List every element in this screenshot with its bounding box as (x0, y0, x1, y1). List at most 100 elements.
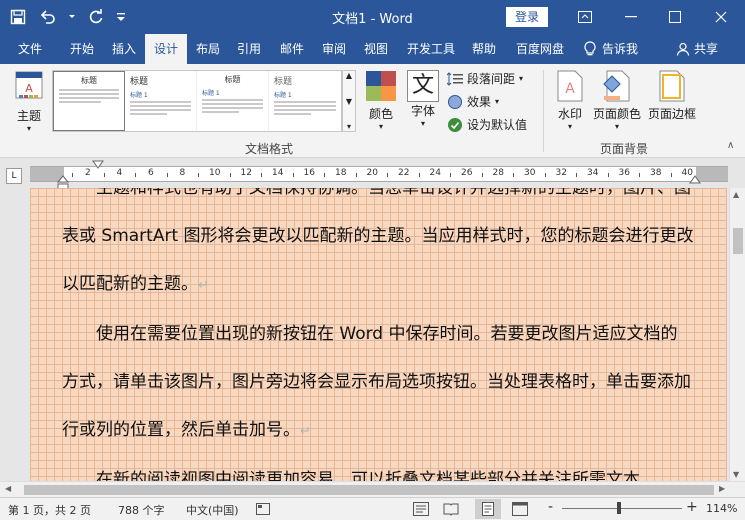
colors-icon (366, 71, 396, 101)
paragraph-mark: ↵ (198, 278, 209, 293)
effects-button[interactable]: 效果 ▾ (447, 93, 499, 110)
document-body[interactable]: 主题和样式也有助于文档保持协调。当您单击设计并选择新的主题时，图片、图表或 Sm… (62, 188, 694, 481)
ruler-number: 8 (179, 168, 186, 178)
print-layout-view[interactable] (475, 499, 501, 519)
save-icon[interactable] (8, 7, 28, 27)
read-mode-icon[interactable] (443, 502, 459, 516)
tab-mailings[interactable]: 邮件 (272, 34, 312, 64)
macro-record-icon[interactable] (256, 503, 270, 515)
document-area: 主题和样式也有助于文档保持协调。当您单击设计并选择新的主题时，图片、图表或 Sm… (0, 188, 729, 481)
undo-dropdown-icon[interactable] (68, 7, 76, 27)
ruler-number: 28 (492, 168, 504, 178)
ribbon-display-options-icon[interactable] (562, 0, 608, 34)
ruler-tick (355, 173, 357, 177)
checkmark-icon (448, 117, 462, 132)
page-color-button[interactable]: 页面颜色 ▾ (592, 70, 642, 131)
page-borders-button[interactable]: 页面边框 (646, 70, 698, 122)
ruler-number: 38 (650, 168, 662, 178)
document-page[interactable]: 主题和样式也有助于文档保持协调。当您单击设计并选择新的主题时，图片、图表或 Sm… (30, 188, 727, 481)
vertical-scroll-thumb[interactable] (733, 228, 743, 254)
zoom-slider-thumb[interactable] (617, 502, 621, 514)
watermark-button[interactable]: A 水印 ▾ (551, 70, 589, 131)
zoom-out-button[interactable]: - (548, 499, 553, 515)
colors-dropdown-icon: ▾ (378, 122, 383, 131)
tab-baidu-netdisk[interactable]: 百度网盘 (508, 34, 572, 64)
collapse-ribbon-icon[interactable]: ∧ (727, 140, 734, 151)
fonts-button[interactable]: 文 字体 ▾ (404, 70, 442, 128)
redo-icon[interactable] (86, 7, 106, 27)
ruler-number: 20 (366, 168, 378, 178)
style-set-thumbnail[interactable]: 标题 标题 1 (197, 71, 269, 131)
ruler-number: 2 (85, 168, 91, 178)
ruler-tick (639, 173, 641, 177)
document-paragraph[interactable]: 在新的阅读视图中阅读更加容易。可以折叠文档某些部分并关注所需文本。 (62, 456, 694, 481)
style-set-thumbnail[interactable]: 标题 (53, 71, 125, 131)
page-borders-icon (659, 70, 685, 102)
tab-developer[interactable]: 开发工具 (400, 34, 462, 64)
login-button[interactable]: 登录 (506, 7, 548, 27)
paragraph-spacing-button[interactable]: 段落间距 ▾ (447, 70, 523, 87)
ruler-number: 10 (209, 168, 221, 178)
zoom-slider[interactable] (562, 508, 682, 509)
colors-button[interactable]: 颜色 ▾ (362, 70, 400, 131)
zoom-level[interactable]: 114% (706, 502, 737, 515)
ruler-tick (229, 173, 231, 177)
ruler-area: L 2 4 6 8 10 12 14 16 18 20 22 24 26 28 30 32 34 36 38 40 (0, 158, 745, 191)
scroll-left-icon[interactable]: ◀ (5, 484, 11, 493)
set-as-default-button[interactable]: 设为默认值 (447, 116, 527, 133)
ribbon-tab-bar: 文件 开始 插入 设计 布局 引用 邮件 审阅 视图 开发工具 帮助 百度网盘 … (0, 34, 745, 64)
first-line-indent-marker[interactable] (92, 160, 104, 169)
minimize-icon[interactable] (608, 0, 654, 34)
tab-selector[interactable]: L (6, 168, 22, 184)
scroll-up-icon[interactable]: ▲ (733, 190, 739, 199)
maximize-icon[interactable] (652, 0, 698, 34)
close-icon[interactable] (698, 0, 744, 34)
ribbon-design: A 主题 ▾ 标题 标题 标题 1 标题 标题 1 标题 标题 1 ▲ ▼ ▾ (0, 64, 745, 158)
tab-insert[interactable]: 插入 (104, 34, 144, 64)
set-as-default-label: 设为默认值 (467, 118, 528, 132)
right-indent-marker[interactable] (689, 175, 701, 184)
tell-me-box[interactable]: 告诉我 (584, 34, 638, 64)
tab-view[interactable]: 视图 (356, 34, 396, 64)
page-count[interactable]: 第 1 页，共 2 页 (8, 502, 91, 518)
tab-file[interactable]: 文件 (8, 34, 52, 64)
tab-design[interactable]: 设计 (145, 34, 187, 64)
style-set-thumbnail[interactable]: 标题 标题 1 (125, 71, 197, 131)
fonts-dropdown-icon: ▾ (420, 119, 425, 128)
customize-qat-icon[interactable] (116, 7, 126, 27)
zoom-in-button[interactable]: + (686, 499, 698, 515)
themes-label: 主题 (16, 109, 41, 123)
gallery-down-icon[interactable]: ▼ (346, 97, 352, 106)
share-button[interactable]: 共享 (676, 34, 718, 64)
ruler-tick (481, 173, 483, 177)
share-label: 共享 (694, 42, 719, 56)
document-paragraph[interactable]: 主题和样式也有助于文档保持协调。当您单击设计并选择新的主题时，图片、图表或 Sm… (62, 188, 694, 310)
scroll-right-icon[interactable]: ▶ (719, 484, 725, 493)
horizontal-scrollbar[interactable]: ◀ ▶ (0, 481, 745, 497)
focus-mode-icon[interactable] (413, 502, 429, 516)
style-set-gallery[interactable]: 标题 标题 标题 1 标题 标题 1 标题 标题 1 (52, 70, 342, 132)
ruler-number: 24 (429, 168, 441, 178)
undo-icon[interactable] (38, 7, 58, 27)
tab-help[interactable]: 帮助 (466, 34, 502, 64)
language-indicator[interactable]: 中文(中国) (186, 502, 239, 518)
gallery-up-icon[interactable]: ▲ (346, 71, 352, 80)
web-layout-icon[interactable] (512, 502, 528, 516)
gallery-more-icon[interactable]: ▾ (347, 122, 351, 131)
style-set-thumbnail[interactable]: 标题 标题 1 (269, 71, 341, 131)
ruler-number: 14 (272, 168, 284, 178)
horizontal-ruler[interactable]: 2 4 6 8 10 12 14 16 18 20 22 24 26 28 30 32 34 36 38 40 (30, 166, 728, 182)
ruler-tick (198, 173, 200, 177)
tab-home[interactable]: 开始 (60, 34, 104, 64)
tab-references[interactable]: 引用 (229, 34, 269, 64)
group-label-document-format: 文档格式 (244, 142, 293, 156)
horizontal-scroll-thumb[interactable] (24, 485, 714, 495)
gallery-scroll: ▲ ▼ ▾ (342, 70, 356, 132)
scroll-down-icon[interactable]: ▼ (733, 470, 739, 479)
themes-button[interactable]: A 主题 ▾ (10, 70, 48, 133)
tab-layout[interactable]: 布局 (188, 34, 228, 64)
tab-review[interactable]: 审阅 (314, 34, 354, 64)
document-paragraph[interactable]: 使用在需要位置出现的新按钮在 Word 中保存时间。若要更改图片适应文档的方式，… (62, 310, 694, 456)
word-count[interactable]: 788 个字 (118, 502, 165, 518)
vertical-scrollbar[interactable]: ▲ ▼ (729, 188, 745, 481)
